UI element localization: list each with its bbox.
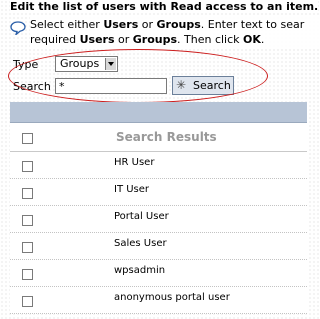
search-button-label: Search xyxy=(193,79,231,92)
table-row: wpsadmin xyxy=(10,260,307,287)
row-name: HR User xyxy=(114,157,155,168)
row-checkbox[interactable] xyxy=(22,188,33,199)
row-checkbox[interactable] xyxy=(22,296,33,307)
table-row: Sales User xyxy=(10,233,307,260)
row-name: anonymous portal user xyxy=(114,292,230,303)
table-row: IT User xyxy=(10,179,307,206)
row-checkbox[interactable] xyxy=(22,161,33,172)
search-input[interactable] xyxy=(55,78,167,94)
speech-bubble-icon xyxy=(10,21,26,35)
results-header: Search Results xyxy=(10,123,307,152)
table-row: anonymous portal user xyxy=(10,287,307,314)
table-row: Portal User xyxy=(10,206,307,233)
type-select-value: Groups xyxy=(60,57,100,70)
help-line-1: Select either Users or Groups. Enter tex… xyxy=(30,18,305,31)
type-select[interactable]: Groups xyxy=(55,56,118,72)
search-button[interactable]: ✳ Search xyxy=(172,76,234,95)
search-results-table: Search Results HR User IT User Portal Us… xyxy=(10,102,307,314)
type-label: Type xyxy=(13,58,39,71)
search-label: Search xyxy=(13,80,51,93)
help-text: Select either Users or Groups. Enter tex… xyxy=(30,17,320,47)
results-top-bar xyxy=(10,102,307,123)
search-star-icon: ✳ xyxy=(176,78,187,92)
results-title: Search Results xyxy=(116,130,217,144)
page-heading: Edit the list of users with Read access … xyxy=(10,0,319,13)
table-row: HR User xyxy=(10,152,307,179)
row-name: wpsadmin xyxy=(114,265,166,276)
row-checkbox[interactable] xyxy=(22,269,33,280)
chevron-down-icon[interactable] xyxy=(105,58,116,70)
help-line-2: required Users or Groups. Then click OK. xyxy=(30,33,265,46)
row-checkbox[interactable] xyxy=(22,215,33,226)
row-name: IT User xyxy=(114,184,150,195)
row-name: Sales User xyxy=(114,238,167,249)
row-name: Portal User xyxy=(114,211,169,222)
row-checkbox[interactable] xyxy=(22,242,33,253)
select-all-checkbox[interactable] xyxy=(22,133,33,144)
